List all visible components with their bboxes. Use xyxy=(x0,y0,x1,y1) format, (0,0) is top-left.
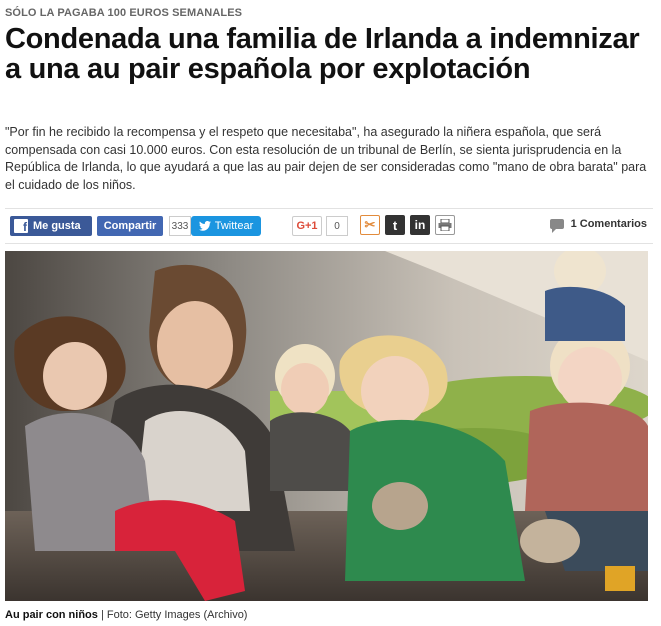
meneame-icon: ✂ xyxy=(364,217,376,232)
tumblr-icon: t xyxy=(392,217,398,233)
comments-link[interactable]: 1 Comentarios xyxy=(549,218,647,233)
printer-icon xyxy=(438,219,452,231)
caption-title: Au pair con niños xyxy=(5,609,98,621)
comment-bubble-icon xyxy=(549,219,564,233)
article-headline[interactable]: Condenada una familia de Irlanda a indem… xyxy=(5,24,655,84)
facebook-share-count: 333 xyxy=(169,216,191,236)
twitter-label: Twittear xyxy=(214,220,254,232)
tumblr-button[interactable]: t xyxy=(385,215,405,235)
facebook-icon: f xyxy=(14,219,28,233)
facebook-share-label: Compartir xyxy=(103,220,157,232)
share-bar: f Me gusta Compartir 333 Twittear G+1 0 … xyxy=(5,208,653,244)
caption-credit: | Foto: Getty Images (Archivo) xyxy=(97,609,248,621)
linkedin-icon: in xyxy=(414,218,426,232)
facebook-share-button[interactable]: Compartir xyxy=(97,216,163,236)
google-plus-button[interactable]: G+1 xyxy=(292,216,322,236)
comments-label: 1 Comentarios xyxy=(570,218,647,230)
meneame-button[interactable]: ✂ xyxy=(360,215,380,235)
article-photo[interactable] xyxy=(5,251,648,601)
article-kicker: SÓLO LA PAGABA 100 EUROS SEMANALES xyxy=(5,7,243,19)
twitter-bird-icon xyxy=(198,221,211,231)
au-pair-photo-illustration xyxy=(5,251,648,601)
facebook-like-label: Me gusta xyxy=(33,220,81,232)
google-plus-count: 0 xyxy=(326,216,348,236)
article-lead: "Por fin he recibido la recompensa y el … xyxy=(5,125,647,192)
print-button[interactable] xyxy=(435,215,455,235)
twitter-tweet-button[interactable]: Twittear xyxy=(191,216,261,236)
linkedin-button[interactable]: in xyxy=(410,215,430,235)
facebook-like-button[interactable]: f Me gusta xyxy=(10,216,92,236)
photo-caption: Au pair con niños | Foto: Getty Images (… xyxy=(5,609,247,621)
